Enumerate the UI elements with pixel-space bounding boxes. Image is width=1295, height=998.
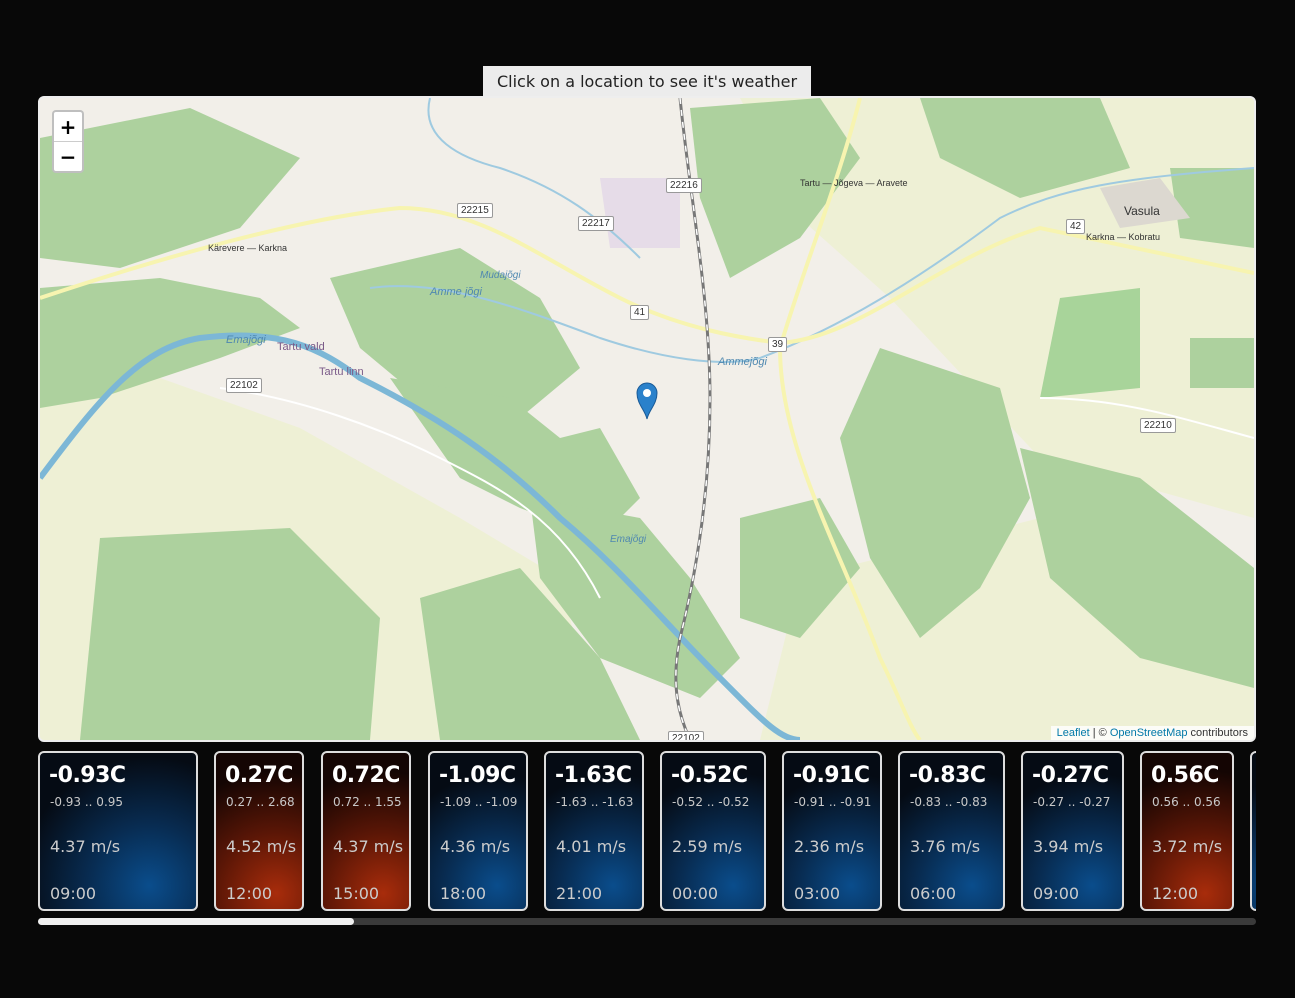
map-hint: Click on a location to see it's weather <box>483 66 811 96</box>
wind-speed: 4.01 m/s <box>556 837 627 856</box>
zoom-in-button[interactable]: + <box>54 112 82 141</box>
horizontal-scrollbar[interactable] <box>38 918 1256 925</box>
place-label: Karkna — Kobratu <box>1086 232 1161 242</box>
map[interactable]: 22216 22215 22217 41 39 42 22102 22210 2… <box>38 96 1256 742</box>
temperature-range: 0.56 .. 0.56 <box>1152 795 1221 809</box>
forecast-card: 0.27C 0.27 .. 2.68 4.52 m/s 12:00 <box>214 751 304 911</box>
road-label: 41 <box>630 305 650 320</box>
zoom-control: + − <box>52 110 84 173</box>
temperature-range: -0.93 .. 0.95 <box>50 795 124 809</box>
attribution-suffix: contributors <box>1187 727 1248 739</box>
temperature: -1.09C <box>439 763 516 788</box>
forecast-time: 18:00 <box>440 884 487 903</box>
temperature-range: 0.72 .. 1.55 <box>333 795 402 809</box>
road-label: 22217 <box>578 216 614 231</box>
attribution-separator: | © <box>1089 727 1110 739</box>
wind-speed: 2.36 m/s <box>794 837 865 856</box>
place-label: Tartu vald <box>277 341 325 353</box>
forecast-card: 0.56C 0.56 .. 0.56 3.72 m/s 12:00 <box>1140 751 1234 911</box>
forecast-card: -1.09C -1.09 .. -1.09 4.36 m/s 18:00 <box>428 751 528 911</box>
wind-speed: 3.76 m/s <box>910 837 981 856</box>
temperature-range: -0.27 .. -0.27 <box>1033 795 1111 809</box>
zoom-out-button[interactable]: − <box>54 141 82 171</box>
temperature: -0.52C <box>671 763 748 788</box>
temperature: -0.93C <box>49 763 126 788</box>
temperature: -0.27C <box>1032 763 1109 788</box>
forecast-time: 09:00 <box>50 884 97 903</box>
temperature-range: -0.52 .. -0.52 <box>672 795 750 809</box>
road-label: 22102 <box>668 731 704 740</box>
forecast-card <box>1250 751 1256 911</box>
place-label: Emajõgi <box>610 534 647 545</box>
temperature: -0.83C <box>909 763 986 788</box>
wind-speed: 4.52 m/s <box>226 837 297 856</box>
scrollbar-thumb[interactable] <box>38 918 354 925</box>
place-label: Emajõgi <box>226 334 266 346</box>
forecast-card: -0.91C -0.91 .. -0.91 2.36 m/s 03:00 <box>782 751 882 911</box>
temperature: 0.56C <box>1151 763 1219 788</box>
temperature-range: -1.63 .. -1.63 <box>556 795 634 809</box>
location-marker-icon[interactable] <box>635 380 659 420</box>
forecast-strip[interactable]: -0.93C -0.93 .. 0.95 4.37 m/s 09:00 0.27… <box>38 751 1256 913</box>
wind-speed: 4.37 m/s <box>333 837 404 856</box>
wind-speed: 4.36 m/s <box>440 837 511 856</box>
place-label: Amme jõgi <box>430 286 482 298</box>
openstreetmap-link[interactable]: OpenStreetMap <box>1110 727 1188 739</box>
wind-speed: 3.94 m/s <box>1033 837 1104 856</box>
forecast-card: -0.52C -0.52 .. -0.52 2.59 m/s 00:00 <box>660 751 766 911</box>
place-label: Ammejõgi <box>718 356 767 368</box>
road-label: 42 <box>1066 219 1086 234</box>
forecast-time: 09:00 <box>1033 884 1080 903</box>
place-label: Tartu — Jõgeva — Aravete <box>800 178 908 188</box>
forecast-time: 21:00 <box>556 884 603 903</box>
wind-speed: 3.72 m/s <box>1152 837 1223 856</box>
road-label: 39 <box>768 337 788 352</box>
road-label: 22215 <box>457 203 493 218</box>
forecast-card: -0.83C -0.83 .. -0.83 3.76 m/s 06:00 <box>898 751 1005 911</box>
temperature-range: -1.09 .. -1.09 <box>440 795 518 809</box>
temperature: -1.63C <box>555 763 632 788</box>
wind-speed: 2.59 m/s <box>672 837 743 856</box>
leaflet-link[interactable]: Leaflet <box>1057 727 1090 739</box>
forecast-card: 0.72C 0.72 .. 1.55 4.37 m/s 15:00 <box>321 751 411 911</box>
forecast-card: -1.63C -1.63 .. -1.63 4.01 m/s 21:00 <box>544 751 644 911</box>
temperature: 0.27C <box>225 763 293 788</box>
temperature-range: -0.91 .. -0.91 <box>794 795 872 809</box>
place-label: Mudajõgi <box>480 270 521 281</box>
road-label: 22216 <box>666 178 702 193</box>
place-label: Kärevere — Karkna <box>208 243 288 253</box>
temperature-range: 0.27 .. 2.68 <box>226 795 295 809</box>
map-attribution: Leaflet | © OpenStreetMap contributors <box>1050 726 1254 740</box>
forecast-time: 00:00 <box>672 884 719 903</box>
forecast-time: 03:00 <box>794 884 841 903</box>
temperature-range: -0.83 .. -0.83 <box>910 795 988 809</box>
temperature: 0.72C <box>332 763 400 788</box>
wind-speed: 4.37 m/s <box>50 837 121 856</box>
place-label: Vasula <box>1124 204 1160 218</box>
temperature: -0.91C <box>793 763 870 788</box>
forecast-card: -0.93C -0.93 .. 0.95 4.37 m/s 09:00 <box>38 751 198 911</box>
road-label: 22210 <box>1140 418 1176 433</box>
place-label: Tartu linn <box>319 366 364 378</box>
forecast-time: 12:00 <box>1152 884 1199 903</box>
forecast-time: 06:00 <box>910 884 957 903</box>
road-label: 22102 <box>226 378 262 393</box>
forecast-time: 15:00 <box>333 884 380 903</box>
forecast-card: -0.27C -0.27 .. -0.27 3.94 m/s 09:00 <box>1021 751 1124 911</box>
forecast-time: 12:00 <box>226 884 273 903</box>
